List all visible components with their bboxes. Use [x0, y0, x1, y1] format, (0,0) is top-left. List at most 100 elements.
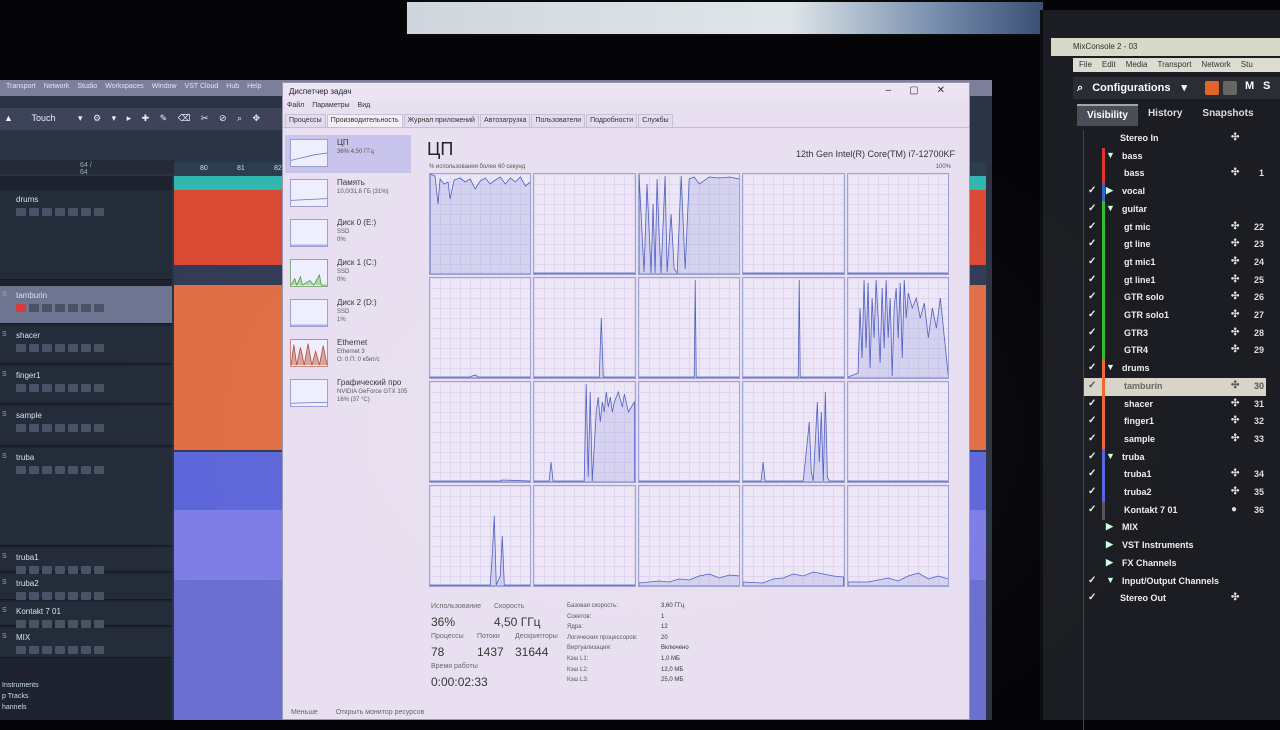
sidebar-item-4[interactable]: Диск 2 (D:) SSD 1%: [285, 295, 411, 333]
write-button[interactable]: [81, 646, 91, 654]
write-button[interactable]: [81, 208, 91, 216]
record-button[interactable]: [16, 592, 26, 600]
read-button[interactable]: [68, 620, 78, 628]
folder-expanded-icon[interactable]: ▼: [1106, 203, 1115, 213]
record-button[interactable]: [16, 566, 26, 574]
checkmark-icon[interactable]: ✓: [1088, 486, 1096, 497]
link-button[interactable]: [55, 424, 65, 432]
settings-button[interactable]: [94, 466, 104, 474]
link-button[interactable]: [55, 304, 65, 312]
checkmark-icon[interactable]: ✓: [1088, 238, 1096, 249]
channel-row[interactable]: ✓ tamburin ✣ 30: [1084, 377, 1266, 396]
window-controls[interactable]: –▢✕: [886, 85, 963, 96]
link-button[interactable]: [55, 466, 65, 474]
configurations-bar[interactable]: ⌕ Configurations ▾ M S: [1073, 77, 1280, 99]
checkmark-icon[interactable]: ✓: [1088, 433, 1096, 444]
channel-row[interactable]: ✓ GTR3 ✣ 28: [1084, 324, 1266, 343]
edit-button[interactable]: [42, 566, 52, 574]
mute-icon[interactable]: M: [1245, 80, 1254, 92]
minimize-icon[interactable]: –: [886, 85, 910, 96]
track-header[interactable]: Sfinger1: [0, 366, 172, 404]
settings-button[interactable]: [94, 304, 104, 312]
edit-button[interactable]: [42, 208, 52, 216]
write-button[interactable]: [81, 424, 91, 432]
tab-5[interactable]: Подробности: [586, 114, 638, 127]
channel-row[interactable]: ✓ shacer ✣ 31: [1084, 395, 1266, 414]
link-button[interactable]: [55, 566, 65, 574]
record-button[interactable]: [16, 620, 26, 628]
chevron-down-icon[interactable]: ▾: [1182, 82, 1188, 94]
read-button[interactable]: [68, 466, 78, 474]
channel-row[interactable]: ✓ Stereo Out ✣: [1084, 590, 1266, 608]
tab-2[interactable]: Журнал приложений: [403, 114, 479, 127]
channel-row[interactable]: ✓ truba1 ✣ 34: [1084, 466, 1266, 485]
daw-menu-item[interactable]: Hub: [226, 83, 239, 90]
tab-3[interactable]: Автозагрузка: [479, 114, 531, 127]
sidebar-item-1[interactable]: Память 10,0/31,8 ГБ (31%): [285, 175, 411, 213]
channel-row[interactable]: ✓ sample ✣ 33: [1084, 430, 1266, 449]
folder-expanded-icon[interactable]: ▼: [1106, 150, 1115, 160]
write-button[interactable]: [81, 592, 91, 600]
sidebar-item-2[interactable]: Диск 0 (E:) SSD 0%: [285, 215, 411, 253]
track-header[interactable]: Struba1: [0, 548, 172, 574]
sidebar-item-5[interactable]: Ethernet Ethernet 3 О: 0 П: 0 кбит/с: [285, 335, 411, 373]
settings-button[interactable]: [94, 646, 104, 654]
write-button[interactable]: [81, 344, 91, 352]
write-button[interactable]: [81, 566, 91, 574]
mc-menu-item[interactable]: Network: [1201, 60, 1230, 69]
record-button[interactable]: [16, 304, 26, 312]
daw-menu-item[interactable]: Network: [44, 83, 70, 90]
checkmark-icon[interactable]: ✓: [1088, 575, 1096, 586]
checkmark-icon[interactable]: ✓: [1088, 398, 1096, 409]
link-button[interactable]: [55, 384, 65, 392]
record-button[interactable]: [16, 466, 26, 474]
read-button[interactable]: [68, 424, 78, 432]
track-header[interactable]: S MIX: [0, 628, 172, 658]
maximize-icon[interactable]: ▢: [909, 85, 936, 96]
checkmark-icon[interactable]: ✓: [1088, 592, 1096, 603]
checkmark-icon[interactable]: ✓: [1088, 203, 1096, 214]
checkmark-icon[interactable]: ✓: [1088, 185, 1096, 196]
link-icon[interactable]: [1205, 81, 1219, 95]
channel-row[interactable]: ✓ ▼ drums: [1084, 360, 1266, 379]
automation-mode[interactable]: Touch: [31, 113, 55, 123]
track-header[interactable]: Struba: [0, 448, 172, 546]
edit-button[interactable]: [42, 304, 52, 312]
channel-row[interactable]: ✓ GTR4 ✣ 29: [1084, 342, 1266, 361]
channel-row[interactable]: ✓ GTR solo ✣ 26: [1084, 289, 1266, 308]
channel-row[interactable]: ▶ VST Instruments: [1084, 537, 1266, 555]
channel-row[interactable]: ▶ FX Channels: [1084, 555, 1266, 573]
link-button[interactable]: [55, 646, 65, 654]
daw-menu-item[interactable]: Window: [152, 83, 177, 90]
monitor-button[interactable]: [29, 646, 39, 654]
edit-button[interactable]: [42, 424, 52, 432]
record-button[interactable]: [16, 384, 26, 392]
link-button[interactable]: [55, 208, 65, 216]
channel-row[interactable]: ▶ MIX: [1084, 519, 1266, 537]
mc-menu-item[interactable]: File: [1079, 60, 1092, 69]
tab-1[interactable]: Производительность: [326, 114, 403, 127]
channel-row[interactable]: ✓ ▼ Input/Output Channels: [1084, 573, 1266, 591]
daw-menu-item[interactable]: Help: [247, 83, 261, 90]
checkmark-icon[interactable]: ✓: [1088, 362, 1096, 373]
read-button[interactable]: [68, 304, 78, 312]
record-button[interactable]: [16, 208, 26, 216]
edit-button[interactable]: [42, 466, 52, 474]
monitor-button[interactable]: [29, 566, 39, 574]
folder-collapsed-icon[interactable]: ▶: [1106, 521, 1113, 532]
checkmark-icon[interactable]: ✓: [1088, 274, 1096, 285]
mc-menu-item[interactable]: Media: [1126, 60, 1148, 69]
channel-row[interactable]: ✓ gt line ✣ 23: [1084, 236, 1266, 255]
sidebar-item-0[interactable]: ЦП 36% 4,50 ГГц: [285, 135, 411, 173]
close-icon[interactable]: ✕: [937, 85, 963, 96]
daw-menu-item[interactable]: VST Cloud: [185, 83, 219, 90]
read-button[interactable]: [68, 566, 78, 574]
mc-menu-item[interactable]: Edit: [1102, 60, 1116, 69]
tab-6[interactable]: Службы: [638, 114, 673, 127]
record-button[interactable]: [16, 344, 26, 352]
tab-0[interactable]: Процессы: [285, 114, 326, 127]
resource-monitor-link[interactable]: Открыть монитор ресурсов: [336, 709, 425, 716]
monitor-button[interactable]: [29, 344, 39, 352]
checkmark-icon[interactable]: ✓: [1088, 504, 1096, 515]
read-button[interactable]: [68, 208, 78, 216]
